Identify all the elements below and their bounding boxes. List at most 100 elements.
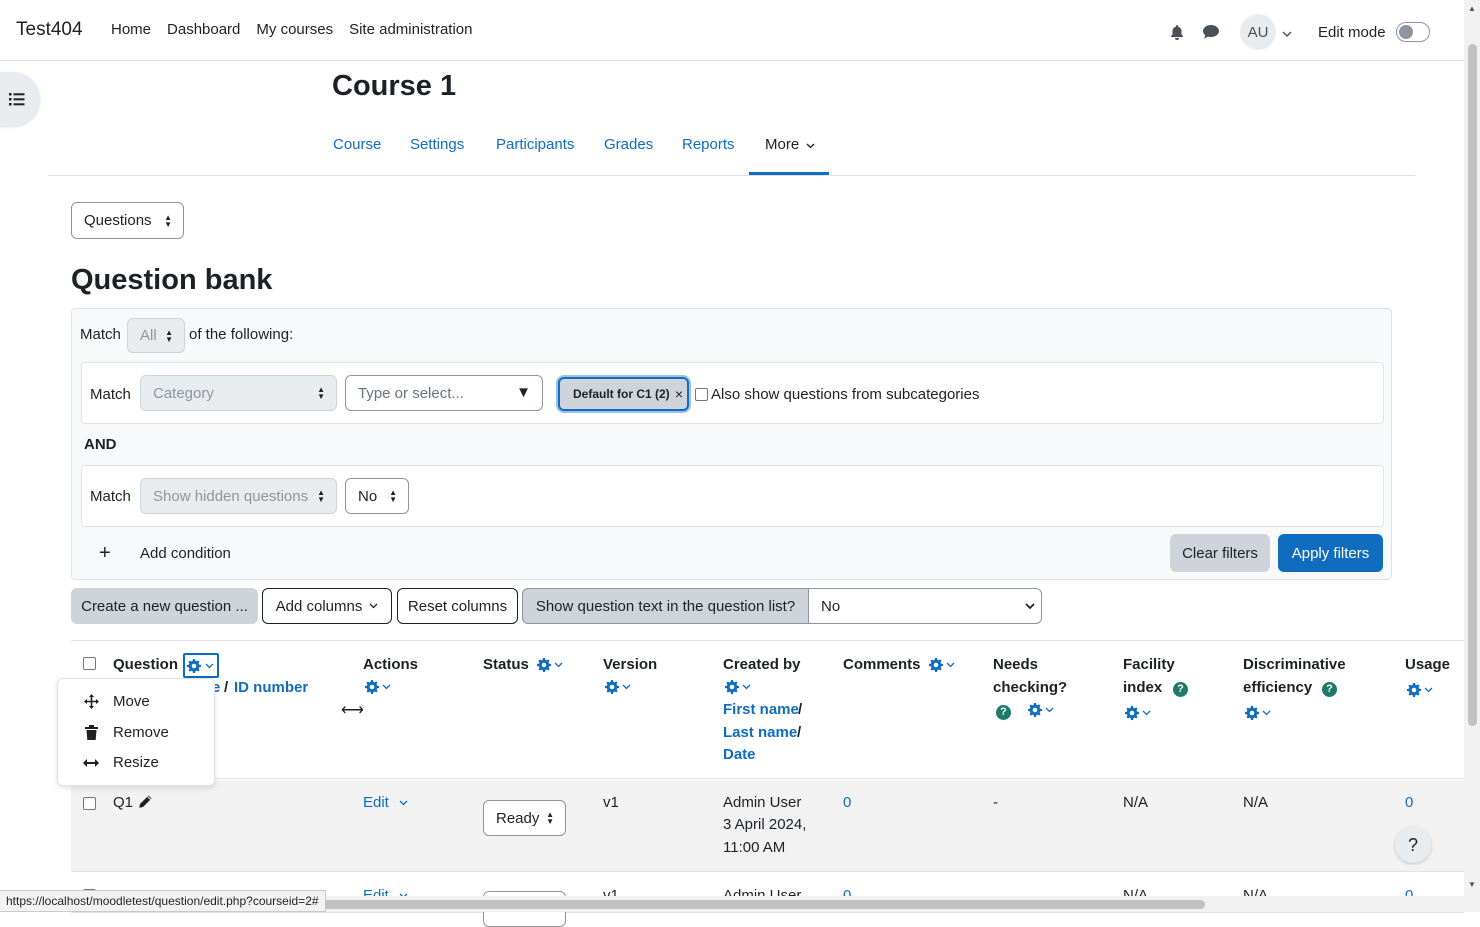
condition-type-select[interactable]: Show hidden questions ▲ ▼: [140, 478, 337, 514]
nav-home[interactable]: Home: [103, 21, 159, 38]
comments-column-header: Comments: [843, 656, 921, 673]
status-select[interactable]: Ready ▲ ▼: [483, 800, 566, 836]
course-index-drawer-toggle[interactable]: [0, 72, 40, 126]
trash-icon: [82, 725, 100, 740]
edit-pencil-icon[interactable]: [138, 794, 153, 813]
discriminative-efficiency-help-icon[interactable]: ?: [1322, 682, 1337, 697]
menu-item-move[interactable]: Move: [82, 693, 150, 710]
reset-columns-button[interactable]: Reset columns: [397, 588, 518, 624]
version-column-settings-button[interactable]: [605, 680, 631, 698]
needs-checking-column-settings-button[interactable]: [1028, 703, 1054, 721]
category-search-input[interactable]: Type or select... ▼: [345, 375, 543, 411]
tab-settings[interactable]: Settings: [410, 136, 464, 153]
apply-filters-button[interactable]: Apply filters: [1278, 534, 1383, 572]
scroll-up-arrow-icon[interactable]: ▲: [1468, 4, 1476, 13]
nav-my-courses[interactable]: My courses: [248, 21, 341, 38]
created-by-column-settings-button[interactable]: [725, 680, 751, 698]
gear-icon: [725, 680, 751, 694]
chevron-down-icon: [369, 603, 378, 609]
remove-chip-icon[interactable]: ×: [675, 386, 683, 402]
user-avatar[interactable]: AU: [1240, 14, 1276, 50]
show-question-text-select[interactable]: No: [808, 588, 1042, 624]
row-checkbox[interactable]: [83, 797, 96, 814]
status-column-settings-button[interactable]: [537, 658, 563, 676]
gear-icon: [1028, 703, 1054, 717]
tab-course[interactable]: Course: [333, 136, 381, 153]
category-search-placeholder: Type or select...: [358, 384, 464, 402]
tab-grades[interactable]: Grades: [604, 136, 653, 153]
question-column-settings-button[interactable]: [183, 653, 219, 678]
discriminative-efficiency-column-header-line2: efficiency: [1243, 679, 1313, 696]
menu-item-resize[interactable]: Resize: [82, 754, 159, 771]
messages-button[interactable]: [1194, 15, 1228, 49]
gear-icon: [537, 658, 563, 672]
move-arrows-icon: [82, 694, 100, 709]
vertical-scrollbar[interactable]: ▲ ▼: [1464, 0, 1480, 912]
select-all-checkbox[interactable]: [83, 657, 96, 674]
plus-icon[interactable]: +: [99, 542, 111, 565]
match-label: Match: [80, 326, 121, 343]
date-sort-link[interactable]: Date: [723, 743, 756, 766]
question-name: Q1: [113, 794, 134, 811]
facility-index-help-icon[interactable]: ?: [1173, 682, 1188, 697]
version-value: v1: [603, 794, 619, 811]
notifications-button[interactable]: [1160, 15, 1194, 49]
match-type-value: All: [140, 327, 157, 344]
last-name-sort-link[interactable]: Last name: [723, 721, 797, 744]
course-title: Course 1: [332, 70, 457, 102]
question-column-header[interactable]: Question: [113, 653, 178, 676]
select-arrows-icon: ▲ ▼: [389, 488, 397, 504]
gear-icon: [1245, 706, 1271, 720]
question-bank-page-select[interactable]: Questions ▲ ▼: [71, 202, 184, 239]
condition-type-select[interactable]: Category ▲ ▼: [140, 375, 337, 411]
edit-mode-toggle[interactable]: [1395, 22, 1430, 42]
chat-bubble-icon: [1203, 25, 1219, 39]
discriminative-efficiency-column-settings-button[interactable]: [1245, 706, 1271, 724]
nav-dashboard[interactable]: Dashboard: [159, 21, 248, 38]
tab-more[interactable]: More: [765, 136, 815, 153]
nav-site-administration[interactable]: Site administration: [341, 21, 480, 38]
site-brand[interactable]: Test404: [16, 19, 83, 41]
question-table-header: Question e / ID number ⟷ Actions Status …: [71, 640, 1464, 779]
needs-checking-help-icon[interactable]: ?: [996, 705, 1011, 720]
course-secondary-navigation: Course Settings Participants Grades Repo…: [48, 116, 1415, 176]
page-heading: Question bank: [71, 264, 273, 296]
tab-participants[interactable]: Participants: [496, 136, 574, 153]
create-question-button[interactable]: Create a new question ...: [71, 588, 258, 624]
selected-category-chip[interactable]: Default for C1 (2) ×: [558, 377, 689, 411]
status-bar-url: https://localhost/moodletest/question/ed…: [0, 890, 326, 912]
subcategories-checkbox[interactable]: [695, 388, 708, 405]
header-separator: /: [798, 701, 803, 718]
usage-column-settings-button[interactable]: [1407, 683, 1433, 701]
row-edit-label: Edit: [363, 794, 389, 811]
hidden-value-select[interactable]: No ▲ ▼: [345, 478, 409, 514]
column-resize-handle-icon[interactable]: ⟷: [341, 700, 364, 720]
toggle-knob: [1398, 25, 1413, 39]
clear-filters-button[interactable]: Clear filters: [1170, 534, 1270, 572]
status-column-header: Status: [483, 656, 529, 673]
resize-arrows-icon: [82, 758, 100, 768]
comments-count-link[interactable]: 0: [843, 792, 851, 814]
user-nav-area: AU Edit mode: [1160, 14, 1430, 50]
top-navbar: Test404 Home Dashboard My courses Site a…: [0, 0, 1464, 61]
add-columns-button[interactable]: Add columns: [262, 588, 392, 624]
help-button[interactable]: ?: [1395, 827, 1431, 863]
user-menu-chevron-down-icon[interactable]: [1282, 24, 1292, 41]
select-arrows-icon: ▲ ▼: [165, 327, 173, 344]
match-type-select[interactable]: All ▲ ▼: [127, 318, 185, 353]
row-edit-menu[interactable]: Edit: [363, 792, 408, 814]
comments-column-settings-button[interactable]: [929, 658, 955, 676]
actions-column-settings-button[interactable]: [365, 680, 391, 698]
tab-reports[interactable]: Reports: [682, 136, 735, 153]
facility-index-column-settings-button[interactable]: [1125, 706, 1151, 724]
usage-count-link[interactable]: 0: [1405, 792, 1413, 814]
scroll-down-arrow-icon[interactable]: ▼: [1468, 880, 1476, 889]
first-name-sort-link[interactable]: First name: [723, 698, 799, 721]
menu-item-remove[interactable]: Remove: [82, 724, 169, 741]
facility-index-value: N/A: [1123, 794, 1149, 811]
id-number-sort-link[interactable]: ID number: [234, 676, 308, 699]
needs-checking-value: -: [993, 794, 998, 811]
add-condition-button[interactable]: Add condition: [140, 545, 231, 562]
created-by-time: 11:00 AM: [723, 839, 786, 856]
vertical-scroll-thumb[interactable]: [1468, 44, 1477, 726]
